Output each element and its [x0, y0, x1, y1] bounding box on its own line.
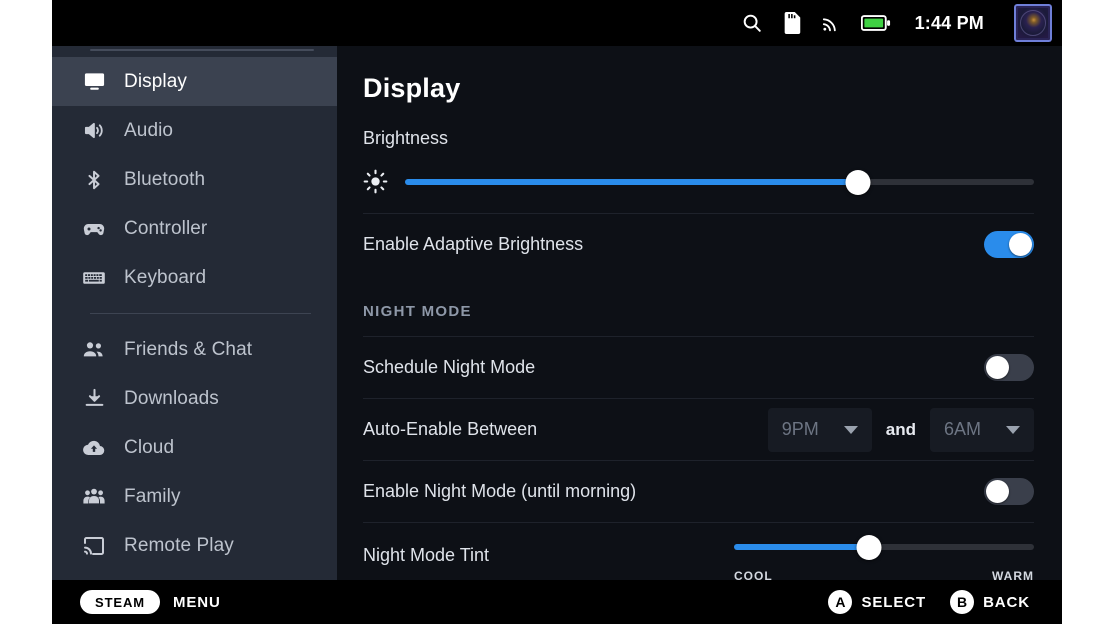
enable-night-mode-label: Enable Night Mode (until morning) — [363, 481, 637, 501]
adaptive-brightness-row: Enable Adaptive Brightness — [363, 213, 1034, 275]
chevron-down-icon — [843, 425, 858, 434]
page-title: Display — [363, 73, 461, 103]
menu-label: MENU — [173, 593, 221, 611]
time-range-controls: 9PM and 6AM — [767, 407, 1034, 452]
brightness-setting: Brightness — [363, 128, 1034, 197]
hint-label: SELECT — [861, 593, 927, 611]
schedule-night-mode-label: Schedule Night Mode — [363, 357, 536, 377]
night-mode-tint-control: COOL WARM — [734, 528, 1034, 580]
b-button-icon: B — [950, 590, 975, 614]
adaptive-brightness-label: Enable Adaptive Brightness — [363, 234, 584, 254]
sidebar-item-label: Keyboard — [124, 266, 207, 288]
dropdown-value: 6AM — [944, 419, 982, 439]
status-icon-group: 1:44 PM — [741, 4, 1052, 42]
range-conjunction-label: and — [885, 419, 916, 439]
brightness-label: Brightness — [363, 128, 449, 148]
slider-thumb[interactable] — [856, 534, 882, 560]
clock-time: 1:44 PM — [914, 12, 984, 33]
sidebar-item-label: Controller — [124, 217, 208, 239]
night-mode-tint-row: Night Mode Tint COOL WARM — [363, 522, 1034, 580]
sidebar-item-bluetooth[interactable]: Bluetooth — [52, 155, 337, 204]
sidebar-item-family[interactable]: Family — [52, 472, 337, 521]
night-mode-end-time-dropdown[interactable]: 6AM — [930, 407, 1034, 452]
bluetooth-icon — [82, 168, 106, 192]
menu-hint-group[interactable]: STEAM MENU — [80, 590, 221, 614]
toggle-knob — [986, 480, 1009, 503]
slider-fill — [734, 544, 869, 550]
auto-enable-between-label: Auto-Enable Between — [363, 419, 538, 439]
tint-min-label: COOL — [734, 569, 773, 580]
monitor-icon — [82, 70, 106, 94]
sd-card-icon[interactable] — [783, 12, 801, 34]
night-mode-start-time-dropdown[interactable]: 9PM — [767, 407, 872, 452]
hint-back[interactable]: B BACK — [950, 590, 1030, 614]
device-screen: 1:44 PM Display Audio Bluetooth Controll… — [52, 0, 1062, 624]
a-button-icon: A — [828, 590, 853, 614]
sidebar-item-label: Cloud — [124, 436, 175, 458]
sidebar-item-label: Display — [124, 70, 187, 92]
sidebar-item-display[interactable]: Display — [52, 57, 337, 106]
hint-label: BACK — [983, 593, 1030, 611]
brightness-slider[interactable] — [405, 169, 1034, 195]
cloud-icon — [82, 436, 106, 460]
slider-fill — [405, 179, 858, 185]
sidebar-item-label: Friends & Chat — [124, 338, 253, 360]
steam-button-pill[interactable]: STEAM — [80, 590, 160, 614]
gamepad-icon — [82, 217, 106, 241]
keyboard-icon — [82, 266, 106, 290]
sidebar-item-downloads[interactable]: Downloads — [52, 374, 337, 423]
avatar[interactable] — [1014, 4, 1052, 42]
sidebar-item-cloud[interactable]: Cloud — [52, 423, 337, 472]
adaptive-brightness-toggle[interactable] — [984, 231, 1034, 258]
chevron-down-icon — [1006, 425, 1020, 434]
sidebar-top-divider — [90, 49, 314, 51]
hint-select[interactable]: A SELECT — [828, 590, 926, 614]
sidebar-item-friends-and-chat[interactable]: Friends & Chat — [52, 325, 337, 374]
auto-enable-between-row: Auto-Enable Between 9PM and 6AM — [363, 398, 1034, 460]
enable-night-mode-row: Enable Night Mode (until morning) — [363, 460, 1034, 522]
remote-play-icon — [82, 534, 106, 558]
dropdown-value: 9PM — [781, 419, 819, 439]
sidebar-item-label: Family — [124, 485, 181, 507]
wifi-icon[interactable] — [821, 13, 841, 33]
schedule-night-mode-row: Schedule Night Mode — [363, 336, 1034, 398]
settings-sidebar: Display Audio Bluetooth Controller Keybo… — [52, 46, 337, 580]
sidebar-item-label: Bluetooth — [124, 168, 206, 190]
speaker-icon — [82, 119, 106, 143]
schedule-night-mode-toggle[interactable] — [984, 354, 1034, 381]
status-bar: 1:44 PM — [52, 0, 1062, 46]
display-settings-panel: Display Brightness Enable Adaptive Brigh… — [337, 46, 1062, 580]
search-icon[interactable] — [741, 12, 763, 34]
family-icon — [82, 485, 106, 509]
brightness-slider-row — [363, 167, 1034, 197]
tint-range-labels: COOL WARM — [734, 569, 1034, 580]
night-mode-tint-label: Night Mode Tint — [363, 545, 490, 565]
sidebar-item-audio[interactable]: Audio — [52, 106, 337, 155]
steam-deck-settings-screenshot: 1:44 PM Display Audio Bluetooth Controll… — [0, 0, 1110, 624]
sidebar-item-label: Audio — [124, 119, 174, 141]
battery-icon[interactable] — [860, 14, 891, 32]
night-mode-tint-slider[interactable] — [734, 534, 1034, 560]
sidebar-item-remote-play[interactable]: Remote Play — [52, 521, 337, 570]
sidebar-item-controller[interactable]: Controller — [52, 204, 337, 253]
bottom-action-bar: STEAM MENU A SELECT B BACK — [52, 580, 1062, 624]
friends-icon — [82, 338, 106, 362]
sidebar-nav: Display Audio Bluetooth Controller Keybo… — [52, 57, 337, 570]
sidebar-item-label: Remote Play — [124, 534, 234, 556]
toggle-knob — [1009, 233, 1032, 256]
sidebar-divider — [90, 313, 311, 314]
slider-thumb[interactable] — [845, 169, 871, 195]
enable-night-mode-toggle[interactable] — [984, 478, 1034, 505]
button-hints-group: A SELECT B BACK — [828, 590, 1030, 614]
sidebar-item-keyboard[interactable]: Keyboard — [52, 253, 337, 302]
download-icon — [82, 387, 106, 411]
content-body: Display Audio Bluetooth Controller Keybo… — [52, 46, 1062, 580]
toggle-knob — [986, 356, 1009, 379]
sidebar-item-label: Downloads — [124, 387, 219, 409]
tint-max-label: WARM — [992, 569, 1034, 580]
brightness-sun-icon — [363, 169, 389, 195]
night-mode-section-header: NIGHT MODE — [363, 303, 472, 320]
